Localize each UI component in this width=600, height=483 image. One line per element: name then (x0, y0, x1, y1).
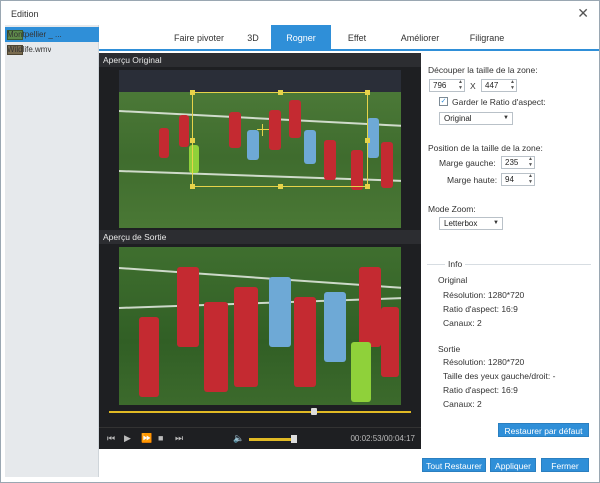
progress-handle[interactable] (311, 408, 318, 415)
original-preview-label: Aperçu Original (99, 53, 421, 67)
output-preview-label: Aperçu de Sortie (99, 230, 421, 244)
original-info-title: Original (438, 275, 468, 285)
skip-start-icon[interactable]: ⏮ (107, 433, 115, 444)
original-channels: Canaux: 2 (443, 318, 482, 328)
output-eye-size: Taille des yeux gauche/droit: - (443, 371, 556, 381)
crop-height-value: 447 (485, 81, 499, 90)
crop-selection-box[interactable] (190, 90, 370, 189)
window-title: Edition (11, 9, 39, 19)
crop-center-crosshair-icon (257, 124, 269, 136)
tab-3d[interactable]: 3D (237, 25, 269, 51)
spinner-arrows-icon[interactable]: ▲ ▼ (510, 79, 515, 91)
crop-handle[interactable] (278, 184, 283, 189)
position-label: Position de la taille de la zone: (428, 143, 543, 153)
apply-button[interactable]: Appliquer (490, 458, 536, 472)
original-aspect-ratio: Ratio d'aspect: 16:9 (443, 304, 518, 314)
left-margin-value: 235 (505, 158, 519, 167)
crop-size-label: Découper la taille de la zone: (428, 65, 538, 75)
volume-slider[interactable] (249, 435, 297, 443)
aspect-ratio-select[interactable]: Original ▼ (439, 112, 513, 125)
left-margin-label: Marge gauche: (439, 158, 496, 168)
volume-icon[interactable]: 🔈 (233, 433, 244, 444)
output-resolution: Résolution: 1280*720 (443, 357, 525, 367)
output-video-frame (119, 247, 401, 405)
stop-icon[interactable]: ■ (158, 433, 163, 443)
original-video-frame (119, 70, 401, 228)
top-margin-value: 94 (505, 175, 514, 184)
file-item-label: Wildlife.wmv (7, 45, 52, 54)
file-list: Montpellier _ ... Wildlife.wmv (5, 25, 99, 477)
tab-bar: Faire pivoter 3D Rogner Effet Améliorer … (99, 25, 599, 51)
size-separator: X (470, 81, 476, 91)
left-margin-input[interactable]: 235 ▲ ▼ (501, 156, 535, 169)
crop-handle[interactable] (278, 90, 283, 95)
chevron-down-icon: ▼ (503, 115, 509, 121)
crop-settings-panel: Découper la taille de la zone: 796 ▲ ▼ X … (421, 53, 597, 449)
tab-crop[interactable]: Rogner (271, 25, 331, 51)
crop-width-value: 796 (433, 81, 447, 90)
keep-ratio-checkbox[interactable]: ✓ (439, 97, 448, 106)
aspect-ratio-value: Original (444, 114, 472, 123)
spinner-arrows-icon[interactable]: ▲ ▼ (528, 156, 533, 168)
file-item-wildlife[interactable]: Wildlife.wmv (5, 42, 99, 57)
top-margin-label: Marge haute: (447, 175, 498, 185)
time-display: 00:02:53/00:04:17 (350, 434, 415, 443)
crop-width-input[interactable]: 796 ▲ ▼ (429, 79, 465, 92)
playback-progress-bar[interactable] (109, 408, 411, 415)
output-channels: Canaux: 2 (443, 399, 482, 409)
tab-effect[interactable]: Effet (335, 25, 379, 51)
close-button[interactable]: Fermer (541, 458, 589, 472)
spinner-arrows-icon[interactable]: ▲ ▼ (458, 79, 463, 91)
tab-watermark[interactable]: Filigrane (461, 25, 513, 51)
skip-end-icon[interactable]: ⏭ (175, 433, 183, 444)
crop-handle[interactable] (190, 138, 195, 143)
titlebar: Edition ✕ (1, 1, 599, 25)
crop-handle[interactable] (365, 90, 370, 95)
crop-handle[interactable] (190, 184, 195, 189)
zoom-mode-value: Letterbox (444, 219, 478, 228)
volume-handle[interactable] (291, 435, 297, 443)
top-margin-input[interactable]: 94 ▲ ▼ (501, 173, 535, 186)
info-title: Info (445, 259, 466, 269)
zoom-mode-label: Mode Zoom: (428, 204, 476, 214)
crop-handle[interactable] (190, 90, 195, 95)
file-item-label: Montpellier _ ... (7, 30, 62, 39)
output-info-title: Sortie (438, 344, 461, 354)
edit-window: Edition ✕ Montpellier _ ... Wildlife.wmv… (0, 0, 600, 483)
file-item-montpellier[interactable]: Montpellier _ ... (5, 27, 99, 42)
zoom-mode-select[interactable]: Letterbox ▼ (439, 217, 503, 230)
restore-all-button[interactable]: Tout Restaurer (422, 458, 486, 472)
fast-forward-icon[interactable]: ⏩ (141, 433, 152, 444)
keep-ratio-label: Garder le Ratio d'aspect: (452, 97, 546, 107)
crop-height-input[interactable]: 447 ▲ ▼ (481, 79, 517, 92)
crop-handle[interactable] (365, 184, 370, 189)
player-controls: ⏮ ▶ ⏩ ■ ⏭ 🔈 00:02:53/00:04:17 (99, 427, 421, 449)
play-icon[interactable]: ▶ (124, 433, 131, 444)
preview-panel: Aperçu Original Aperçu de Sortie ⏮ ▶ ⏩ ■… (99, 53, 421, 449)
tab-rotate[interactable]: Faire pivoter (161, 25, 237, 51)
chevron-down-icon: ▼ (493, 220, 499, 226)
tab-enhance[interactable]: Améliorer (389, 25, 451, 51)
crop-handle[interactable] (365, 138, 370, 143)
original-resolution: Résolution: 1280*720 (443, 290, 525, 300)
restore-default-button[interactable]: Restaurer par défaut (498, 423, 589, 437)
output-aspect-ratio: Ratio d'aspect: 16:9 (443, 385, 518, 395)
spinner-arrows-icon[interactable]: ▲ ▼ (528, 173, 533, 185)
close-icon[interactable]: ✕ (577, 5, 589, 22)
